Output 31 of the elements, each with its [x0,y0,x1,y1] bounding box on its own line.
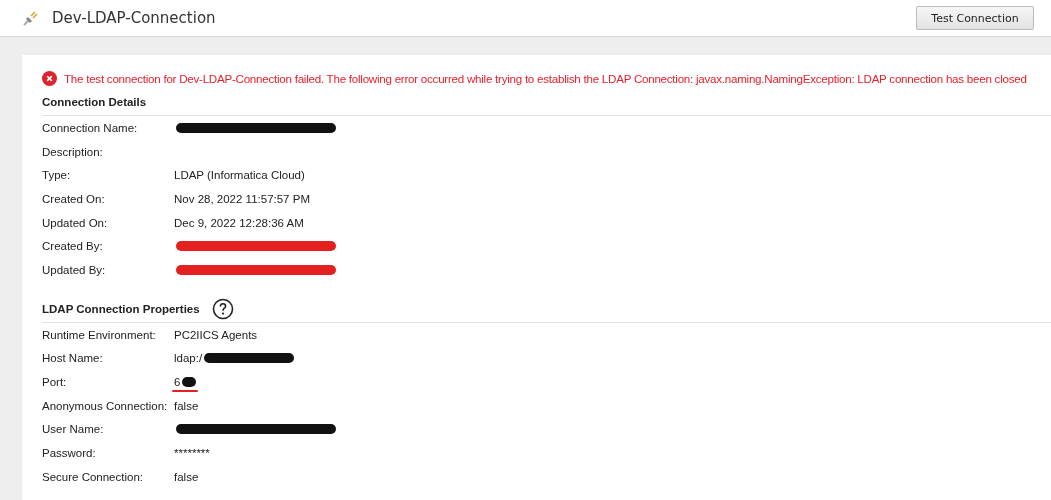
field-value: Dec 9, 2022 12:28:36 AM [174,216,304,229]
plug-icon [22,9,40,27]
field-label: Secure Connection: [42,470,144,483]
field-value: LDAP (Informatica Cloud) [174,169,305,182]
field-label: Connection Name: [42,121,139,134]
test-connection-button[interactable]: Test Connection [916,6,1034,30]
field-label: Type: [42,169,72,182]
section-title: LDAP Connection Properties [42,302,200,315]
field-label: Runtime Environment: [42,328,157,341]
page-title: Dev-LDAP-Connection [52,9,216,27]
field-label: Description: [42,145,104,158]
field-label: Updated On: [42,216,109,229]
field-value: 6 [174,376,181,389]
error-icon [42,70,57,86]
field-value: ldap:/ [174,352,203,365]
field-label: Anonymous Connection: [42,399,169,412]
field-label: Password: [42,447,97,460]
field-value: false [174,399,199,412]
field-label: Updated By: [42,263,107,276]
field-value: ******** [174,447,210,460]
field-label: Created On: [42,192,106,205]
field-label: User Name: [42,423,105,436]
field-label: Created By: [42,240,104,253]
error-message: The test connection for Dev-LDAP-Connection failed. The following error occurred while trying to establish the LDAP Connection: javax.naming.NamingException: LDAP connection has been closed [64,71,1027,85]
field-value: false [174,470,199,483]
field-value: Nov 28, 2022 11:57:57 PM [174,192,310,205]
help-icon[interactable] [211,297,234,320]
field-label: Port: [42,376,68,389]
field-label: Host Name: [42,352,104,365]
field-value: PC2IICS Agents [174,328,258,341]
section-title: Connection Details [42,96,147,108]
